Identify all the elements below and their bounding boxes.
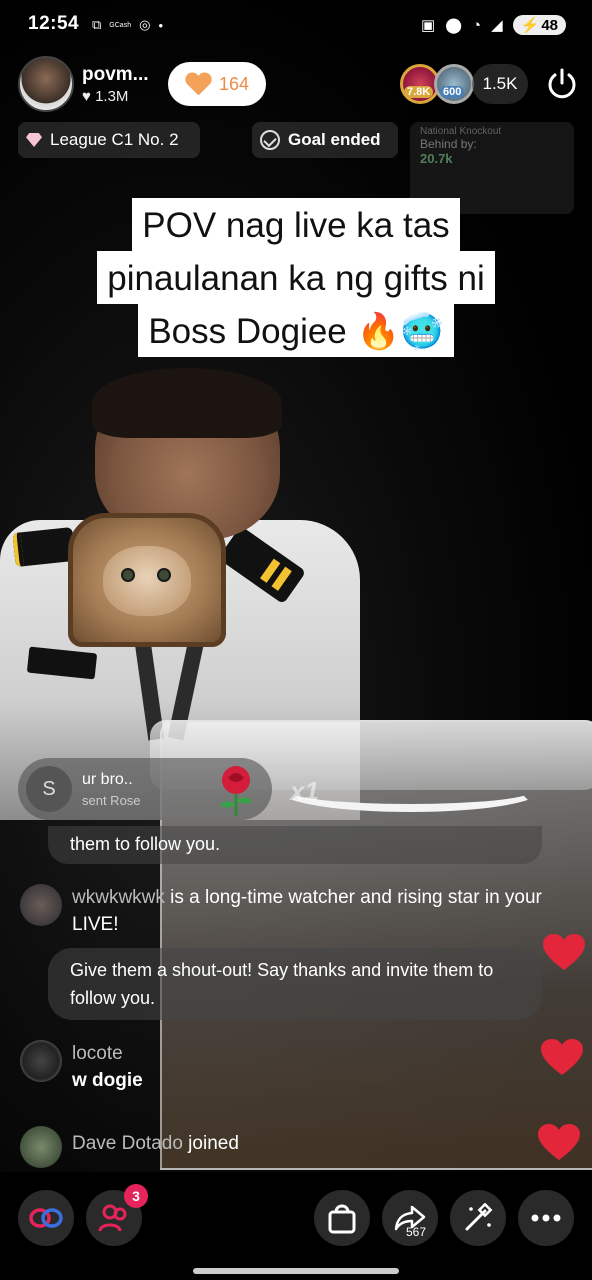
status-right-icons: ▣ ⬤ ◔ ◢ ⚡ 48	[421, 13, 566, 37]
host-info[interactable]: povm... ♥ 1.3M	[18, 56, 149, 112]
floating-heart-icon	[541, 1039, 583, 1075]
caption-line-3: Boss Dogiee 🔥🥶	[138, 304, 454, 357]
guests-button[interactable]: 3	[86, 1184, 148, 1246]
league-chip[interactable]: League C1 No. 2	[18, 122, 200, 158]
more-options-button[interactable]	[518, 1190, 574, 1246]
host-likes: ♥ 1.3M	[82, 87, 129, 105]
rose-gift-icon	[220, 766, 252, 816]
heart-icon	[185, 73, 211, 95]
knockout-value: 20.7k	[420, 151, 453, 166]
left-epaulette	[12, 526, 76, 568]
goal-chip[interactable]: Goal ended	[252, 122, 398, 158]
goal-label: Goal ended	[288, 130, 381, 149]
people-icon	[98, 1204, 127, 1232]
chat-text: joined	[182, 1133, 239, 1154]
gift-text: ur bro.. sent Rose	[82, 771, 141, 808]
top-viewer-avatar[interactable]	[434, 64, 474, 104]
effects-button[interactable]	[450, 1190, 506, 1246]
caption-overlay: POV nag live ka tas pinaulanan ka ng gif…	[0, 198, 592, 357]
gcash-icon: GCash	[109, 21, 132, 29]
fan-club-count: 164	[218, 73, 250, 94]
chat-message[interactable]: wkwkwkwk is a long-time watcher and risi…	[20, 884, 566, 938]
signal-icon: ◢	[491, 17, 503, 34]
chat-avatar[interactable]	[20, 1126, 62, 1168]
chat-username[interactable]: wkwkwkwk	[72, 887, 165, 908]
chat-avatar[interactable]	[20, 884, 62, 926]
gift-action: sent Rose	[82, 792, 141, 808]
knockout-title: National Knockout	[420, 126, 502, 137]
bottom-toolbar: 3 567	[0, 1172, 592, 1280]
status-left-icons: ⧉ GCash ◎ •	[92, 15, 163, 35]
cast-icon: ▣	[421, 17, 436, 34]
host-text: povm... ♥ 1.3M	[82, 64, 149, 105]
chat-message-body: wkwkwkwk is a long-time watcher and risi…	[72, 884, 566, 938]
chat-avatar[interactable]	[20, 1040, 62, 1082]
knockout-label: Behind by:	[420, 137, 477, 151]
shop-button[interactable]	[314, 1190, 370, 1246]
chat-text: w dogie	[72, 1070, 143, 1091]
status-time: 12:54	[28, 13, 80, 34]
chat-message[interactable]: Dave Dotado joined	[20, 1126, 239, 1168]
app-icon: ◎	[139, 17, 151, 32]
chat-username[interactable]: Dave Dotado	[72, 1133, 183, 1154]
container-handle	[280, 770, 540, 812]
chat-username[interactable]: locote	[72, 1040, 143, 1067]
fan-club-button[interactable]: 164	[168, 62, 266, 106]
dot-icon: •	[158, 17, 163, 33]
more-dots-icon	[531, 1214, 561, 1222]
goal-check-icon	[260, 130, 280, 150]
streamer-hair	[92, 368, 282, 438]
caption-line-1: POV nag live ka tas	[132, 198, 460, 251]
host-name: povm...	[82, 63, 149, 85]
home-indicator[interactable]	[193, 1268, 399, 1274]
viewer-badge: 7.8K	[404, 86, 434, 98]
shopping-bag-icon	[328, 1204, 356, 1234]
location-icon: ⬤	[445, 17, 463, 34]
cat-eye	[157, 568, 171, 582]
end-live-power-icon[interactable]	[544, 66, 580, 102]
system-message-text: Give them a shout-out! Say thanks and in…	[70, 960, 494, 1008]
chat-message-body: Dave Dotado joined	[72, 1126, 239, 1157]
status-bar: 12:54 ⧉ GCash ◎ • ▣ ⬤ ◔ ◢ ⚡ 48	[0, 0, 592, 50]
caption-line-2: pinaulanan ka ng gifts ni	[97, 251, 495, 304]
share-button[interactable]: 567	[382, 1190, 438, 1246]
league-label: League C1 No. 2	[50, 130, 179, 149]
bread-cat-sticker	[68, 513, 226, 647]
system-message-text: them to follow you.	[70, 834, 221, 854]
gift-sender-avatar[interactable]: S	[26, 766, 72, 812]
viewer-count[interactable]: 1.5K	[472, 64, 528, 104]
floating-heart-icon	[538, 1124, 580, 1160]
cat-face	[103, 546, 191, 616]
cat-eye	[121, 568, 135, 582]
viewer-badge: 600	[440, 86, 465, 98]
top-viewers[interactable]: 7.8K 600	[400, 64, 474, 104]
chat-message[interactable]: locote w dogie	[20, 1040, 143, 1094]
chat-message-body: locote w dogie	[72, 1040, 143, 1094]
gift-multiplier: x1	[290, 776, 319, 806]
system-message: Give them a shout-out! Say thanks and in…	[48, 948, 542, 1020]
host-avatar[interactable]	[18, 56, 74, 112]
multi-guest-button[interactable]	[18, 1190, 74, 1246]
battery-indicator: ⚡ 48	[512, 15, 566, 35]
notification-badge: 3	[124, 1184, 148, 1208]
screen-record-icon: ⧉	[92, 17, 102, 32]
wifi-icon: ◔	[472, 16, 482, 34]
link-icon	[29, 1208, 63, 1228]
gift-sender-name: ur bro..	[82, 770, 133, 788]
magic-wand-icon	[465, 1203, 493, 1231]
floating-heart-icon	[543, 934, 585, 970]
system-message: them to follow you.	[48, 826, 542, 864]
gem-icon	[26, 133, 42, 147]
share-count: 567	[406, 1225, 427, 1239]
charging-icon: ⚡	[520, 17, 540, 34]
